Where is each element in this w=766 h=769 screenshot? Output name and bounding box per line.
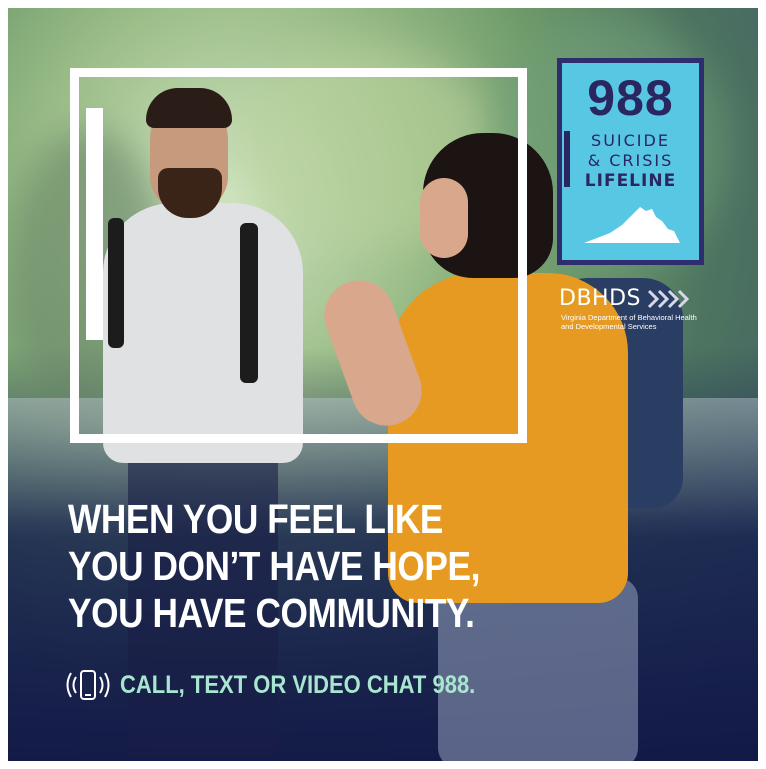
virginia-state-icon bbox=[584, 207, 680, 243]
logo-line: & CRISIS bbox=[587, 151, 674, 170]
org-subtitle-line: and Developmental Services bbox=[561, 322, 657, 331]
lifeline-logo: 988 SUICIDE & CRISIS LIFELINE bbox=[557, 58, 704, 265]
logo-line: LIFELINE bbox=[584, 171, 677, 191]
headline-line: YOU DON’T HAVE HOPE, bbox=[68, 543, 480, 589]
org-name: DBHDS bbox=[559, 286, 641, 311]
dbhds-logo: DBHDS Virginia Department of Behavioral … bbox=[559, 286, 697, 331]
logo-number: 988 bbox=[587, 70, 674, 126]
photo-frame bbox=[70, 68, 527, 443]
org-subtitle: Virginia Department of Behavioral Health… bbox=[561, 313, 697, 331]
headline-line: YOU HAVE COMMUNITY. bbox=[68, 590, 475, 636]
cta-text: CALL, TEXT OR VIDEO CHAT 988. bbox=[120, 670, 476, 699]
logo-line: SUICIDE bbox=[591, 131, 670, 150]
chevrons-icon bbox=[648, 289, 690, 308]
org-subtitle-line: Virginia Department of Behavioral Health bbox=[561, 313, 697, 322]
call-to-action: CALL, TEXT OR VIDEO CHAT 988. bbox=[66, 668, 524, 702]
phone-signal-icon bbox=[66, 670, 110, 700]
headline-line: WHEN YOU FEEL LIKE bbox=[68, 496, 443, 542]
headline: WHEN YOU FEEL LIKE YOU DON’T HAVE HOPE, … bbox=[68, 496, 628, 637]
frame-accent-bar bbox=[86, 108, 103, 340]
